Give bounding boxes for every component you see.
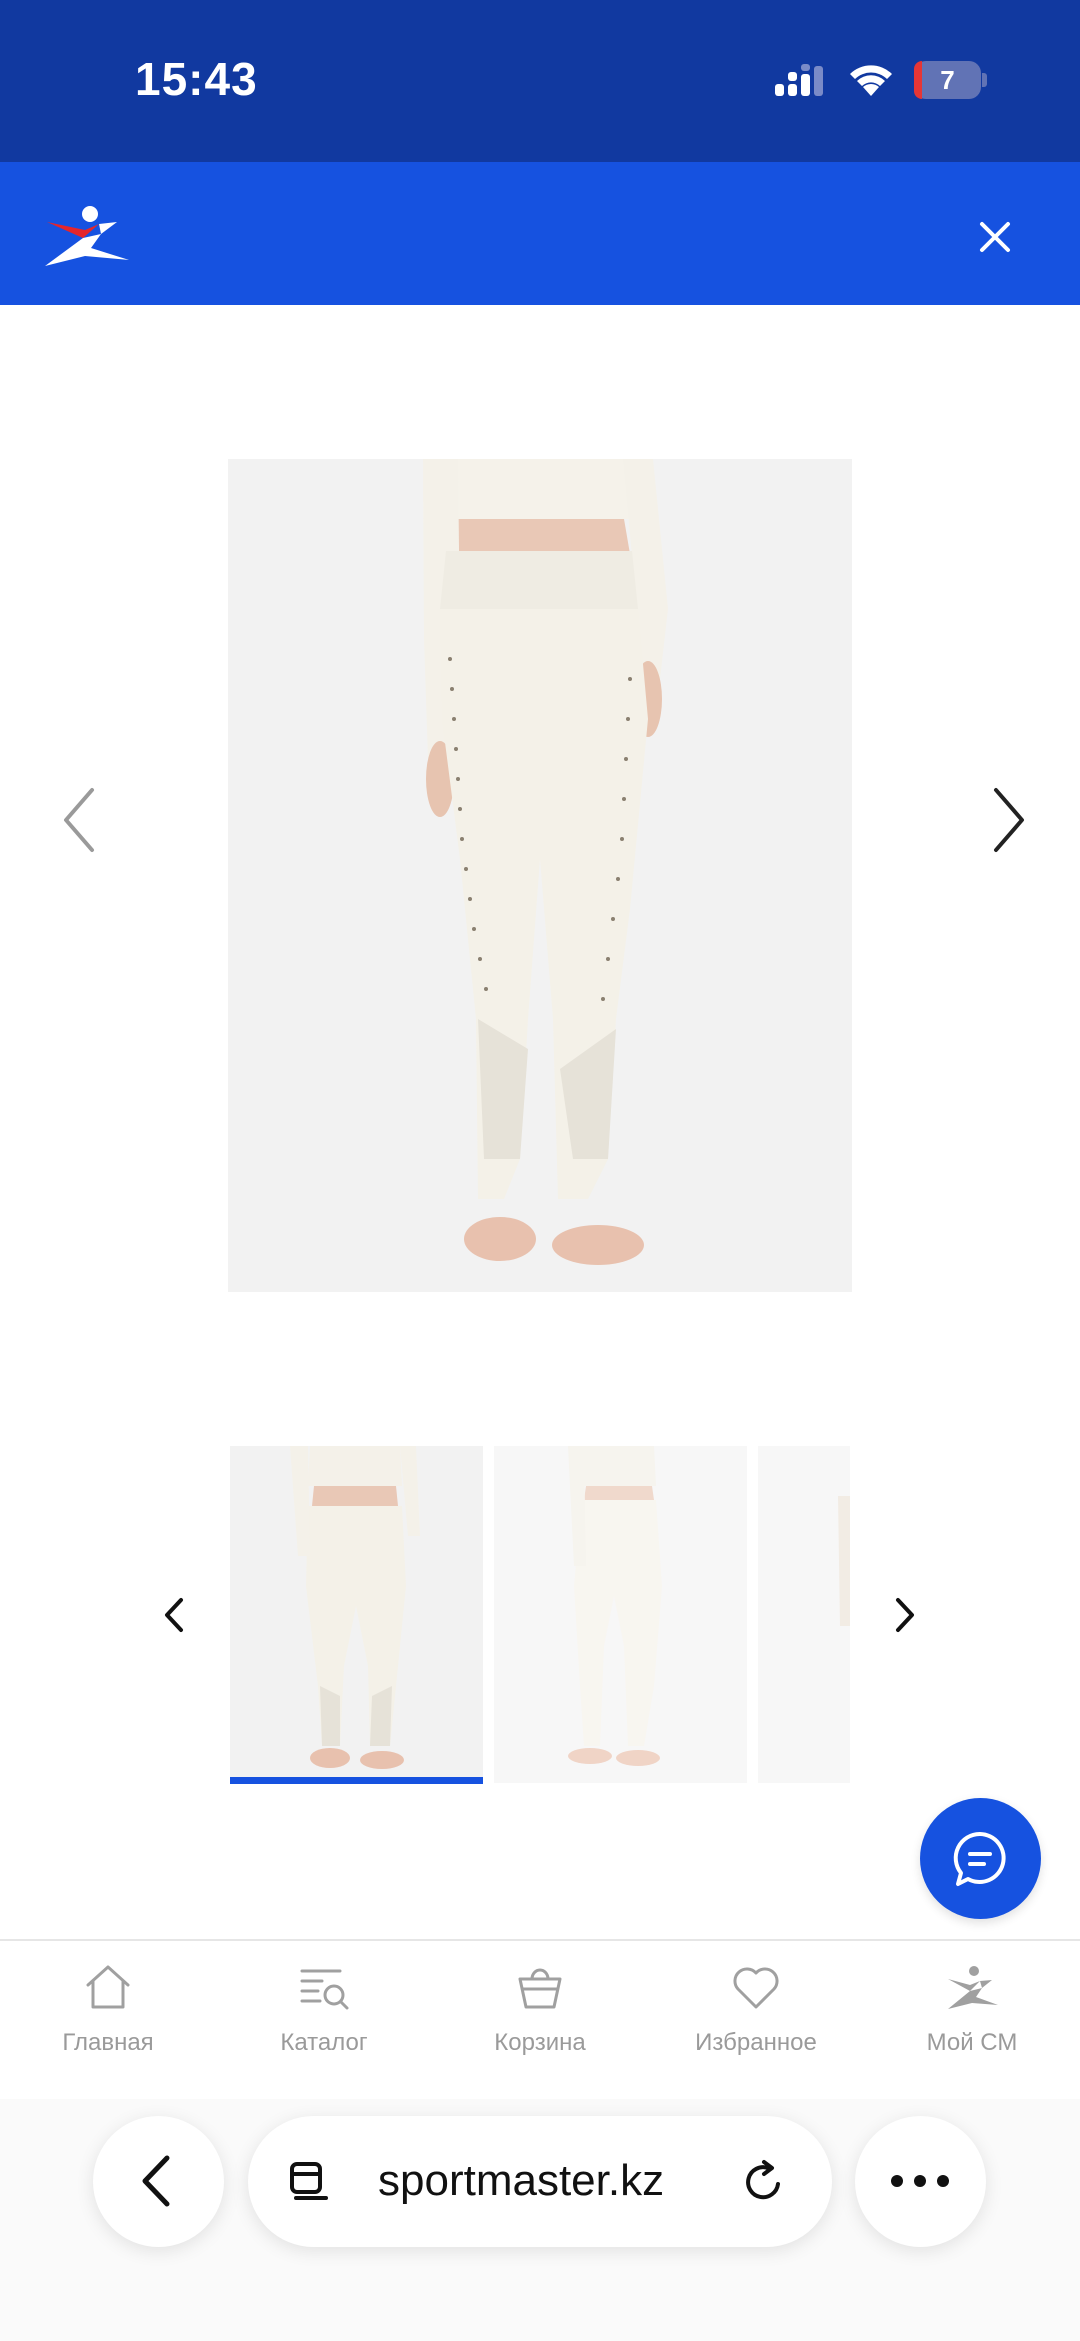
nav-item-catalog[interactable]: Каталог [216,1959,432,2069]
sportmaster-logo-icon[interactable] [45,202,129,268]
browser-toolbar: sportmaster.kz [0,2099,1080,2341]
basket-icon [518,1968,562,2009]
profile-runner-icon [948,1966,998,2009]
more-dots-icon [891,2175,949,2187]
battery-icon: 7 [914,61,987,99]
thumbnail-3[interactable] [758,1446,850,1783]
thumbnails-prev-arrow[interactable] [155,1590,195,1640]
gallery-next-arrow[interactable] [978,780,1038,860]
nav-label-cart: Корзина [494,2029,586,2056]
battery-level: 7 [940,65,955,95]
thumbnail-2[interactable] [494,1446,747,1783]
leggings-front-thumbnail [230,1446,483,1783]
chevron-left-icon [142,2155,170,2207]
browser-more-button[interactable] [855,2116,986,2247]
close-icon[interactable] [970,212,1020,262]
address-bar[interactable]: sportmaster.kz [248,2116,832,2247]
status-bar: 15:43 7 [0,0,1080,162]
reader-icon [290,2162,328,2200]
nav-label-favorites: Избранное [695,2029,817,2056]
thumbnails-next-arrow[interactable] [884,1590,924,1640]
nav-label-catalog: Каталог [280,2029,368,2056]
cellular-signal-icon [775,64,823,96]
heart-icon [733,1967,779,2009]
reload-icon[interactable] [738,2156,790,2208]
catalog-search-icon [300,1969,349,2010]
browser-back-button[interactable] [93,2116,224,2247]
wifi-icon [850,65,892,96]
active-thumbnail-indicator [230,1777,483,1784]
chat-bubble-icon [953,1831,1006,1886]
status-time: 15:43 [135,53,258,105]
nav-label-my-sm: Мой СМ [926,2029,1018,2056]
url-text: sportmaster.kz [378,2156,665,2205]
app-header [0,162,1080,305]
product-leggings-front-image [228,459,852,1292]
leggings-side-thumbnail [494,1446,747,1783]
nav-item-favorites[interactable]: Избранное [648,1959,864,2069]
leggings-back-thumbnail [758,1446,850,1783]
nav-item-cart[interactable]: Корзина [432,1959,648,2069]
chat-button[interactable] [920,1798,1041,1919]
product-main-image[interactable] [228,459,852,1292]
gallery-prev-arrow[interactable] [50,780,110,860]
nav-label-home: Главная [62,2029,154,2056]
nav-item-my-sm[interactable]: Мой СМ [864,1959,1080,2069]
nav-item-home[interactable]: Главная [0,1959,216,2069]
home-icon [86,1965,130,2009]
thumbnail-1[interactable] [230,1446,483,1783]
bottom-navigation: Главная Каталог Корзина Избранное Мой СМ [0,1939,1080,2099]
